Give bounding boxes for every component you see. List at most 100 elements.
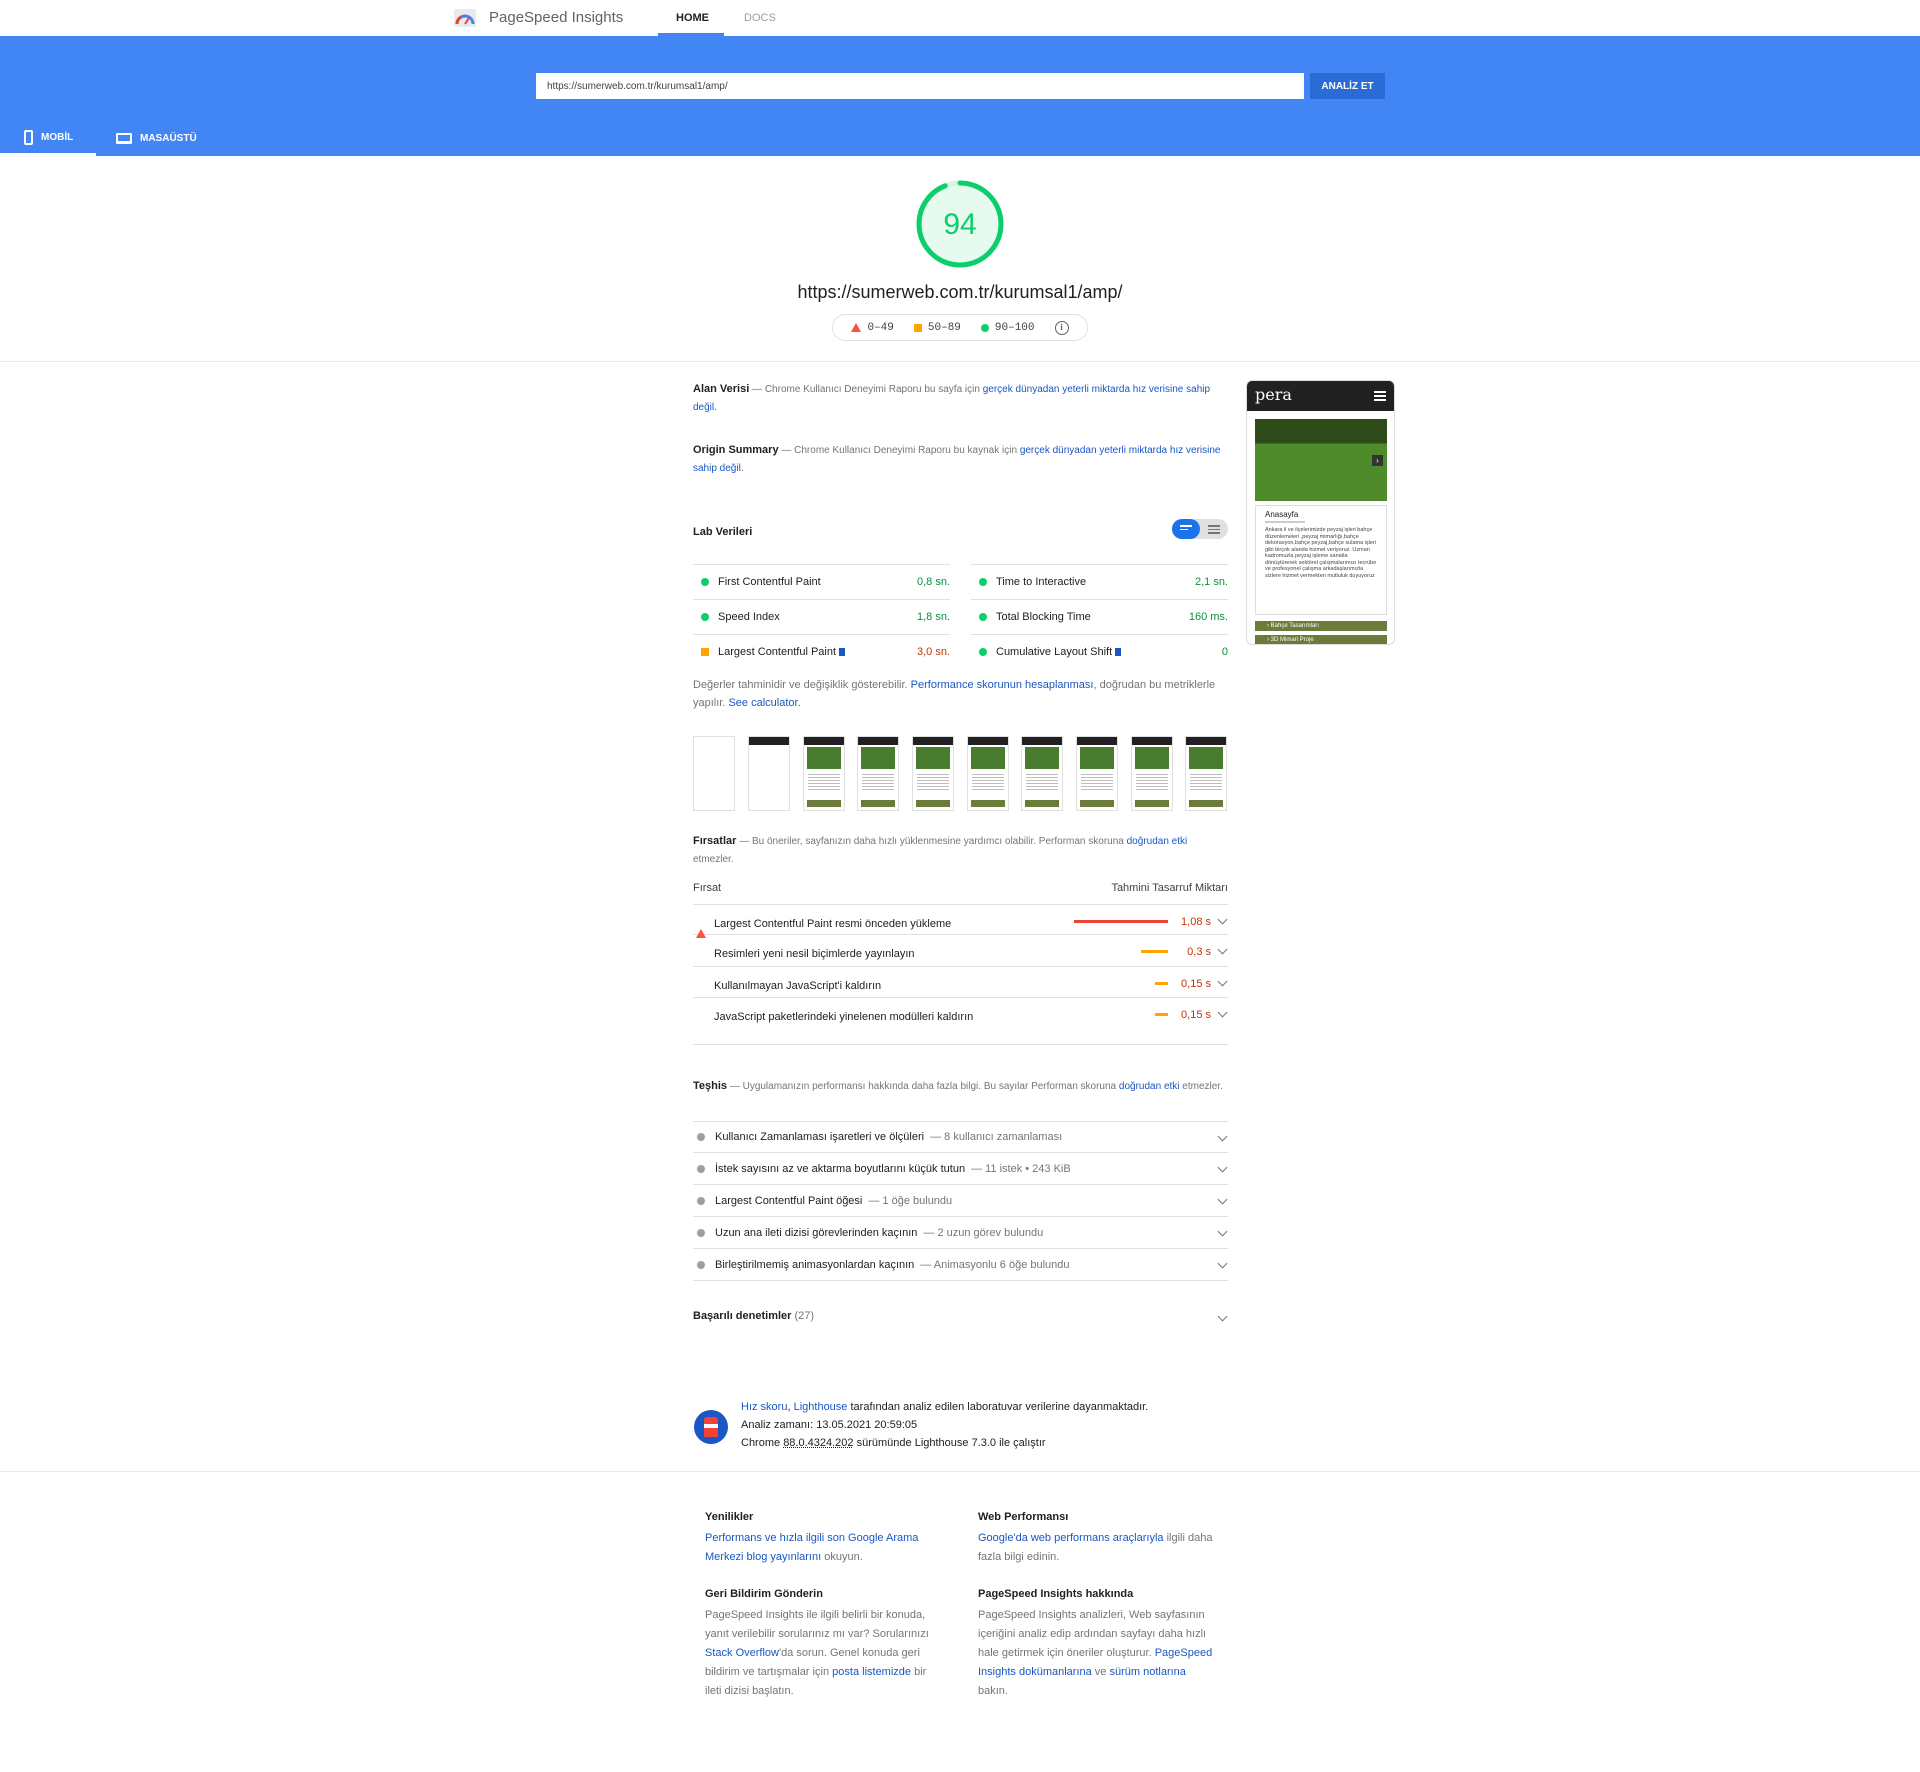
filmstrip-frame [748,736,790,811]
metric-value: 2,1 sn. [1194,576,1228,588]
chevron-down-icon[interactable] [1217,1194,1228,1205]
good-circle-icon [979,648,987,656]
opportunities-title: Fırsatlar [693,835,737,847]
metric-lcp: Largest Contentful Paint 3,0 sn. [693,634,950,669]
analyze-button[interactable]: ANALİZ ET [1310,73,1385,99]
opportunity-savings: 0,3 s [1187,946,1211,958]
lighthouse-icon [694,1410,728,1444]
tab-mobile[interactable]: MOBİL [0,121,96,156]
opportunity-row[interactable]: Resimleri yeni nesil biçimlerde yayınlay… [693,935,1228,967]
diagnostics-header: Teşhis — Uygulamanızın performansı hakkı… [693,1077,1228,1096]
opportunity-row[interactable]: Kullanılmayan JavaScript'i kaldırın 0,15… [693,967,1228,998]
opportunity-name: Largest Contentful Paint resmi önceden y… [714,918,952,930]
mailing-list-link[interactable]: posta listemizde [832,1666,911,1678]
preview-card-title: Anasayfa [1265,510,1299,519]
opportunity-row[interactable]: Largest Contentful Paint resmi önceden y… [693,904,1228,938]
chevron-down-icon[interactable] [1217,914,1228,925]
origin-summary-section: Origin Summary — Chrome Kullanıcı Deneyi… [693,441,1228,478]
opportunity-name: JavaScript paketlerindeki yinelenen modü… [714,1011,974,1023]
field-data-text: — Chrome Kullanıcı Deneyimi Raporu bu sa… [752,384,980,395]
release-notes-link[interactable]: sürüm notlarına [1109,1666,1185,1678]
lighthouse-link[interactable]: Lighthouse [794,1401,848,1413]
column-savings: Tahmini Tasarruf Miktarı [1111,882,1228,894]
good-circle-icon [701,613,709,621]
diagnostic-row[interactable]: İstek sayısını az ve aktarma boyutlarını… [693,1153,1228,1185]
chevron-down-icon[interactable] [1217,1162,1228,1173]
diagnostic-name: Largest Contentful Paint öğesi [715,1194,863,1207]
filmstrip-frame [912,736,954,811]
preview-card: Anasayfa Ankara il ve ilçelerimizde peyz… [1255,505,1387,615]
chevron-down-icon[interactable] [1217,1258,1228,1269]
score-calculation-link[interactable]: Performance skorunun hesaplanması [911,679,1094,691]
filmstrip-frame [1185,736,1227,811]
tab-docs[interactable]: DOCS [744,12,776,24]
footer-webperf: Web Performansı Google'da web performans… [978,1508,1218,1567]
diagnostic-row[interactable]: Uzun ana ileti dizisi görevlerinden kaçı… [693,1217,1228,1249]
diagnostic-detail: — 11 istek • 243 KiB [971,1162,1071,1175]
performance-score: 94 [943,208,977,241]
tab-desktop-label: MASAÜSTÜ [140,133,197,144]
diagnostic-row[interactable]: Birleştirilmemiş animasyonlardan kaçının… [693,1249,1228,1281]
filmstrip-frame [1021,736,1063,811]
legend-average-label: 50–89 [927,321,961,334]
metrics-view-toggle[interactable] [1172,519,1228,539]
metric-name: Time to Interactive [996,576,1087,588]
footer-about-text3: bakın. [978,1685,1008,1697]
average-square-icon [913,323,922,332]
footer-feedback-title: Geri Bildirim Gönderin [705,1588,823,1600]
filmstrip-frame [803,736,845,811]
field-data-section: Alan Verisi — Chrome Kullanıcı Deneyimi … [693,380,1228,417]
chevron-down-icon[interactable] [1217,944,1228,955]
legend-good: 90–100 [980,322,1035,334]
footer-news-link[interactable]: Performans ve hızla ilgili son Google Ar… [705,1532,918,1563]
filmstrip-frame [1131,736,1173,811]
speed-score-link[interactable]: Hız skoru [741,1401,787,1413]
footer-news-text: okuyun. [824,1551,863,1563]
lighthouse-version-text: sürümünde Lighthouse 7.3.0 ile çalıştır [856,1437,1046,1449]
diagnostic-row[interactable]: Kullanıcı Zamanlaması işaretleri ve ölçü… [693,1121,1228,1153]
diagnostics-direct-link[interactable]: doğrudan etki [1119,1081,1180,1092]
footer-feedback-text: PageSpeed Insights ile ilgili belirli bi… [705,1609,929,1640]
savings-bar [1141,950,1168,953]
average-square-icon [701,648,709,656]
chevron-down-icon[interactable] [1217,1131,1228,1142]
chrome-label: Chrome [741,1437,781,1449]
toggle-compact[interactable] [1172,519,1200,539]
toggle-expanded-icon[interactable] [1208,525,1220,536]
diagnostic-row[interactable]: Largest Contentful Paint öğesi — 1 öğe b… [693,1185,1228,1217]
filmstrip [693,736,1228,812]
tab-home[interactable]: HOME [676,12,709,24]
analysis-time: Analiz zamanı: 13.05.2021 20:59:05 [741,1419,918,1431]
chevron-down-icon[interactable] [1217,1311,1228,1322]
calculator-link[interactable]: See calculator. [728,697,800,709]
opportunity-row[interactable]: JavaScript paketlerindeki yinelenen modü… [693,998,1228,1045]
preview-bar-1: › Bahçe Tasarımları [1255,621,1387,631]
bookmark-icon [1115,648,1122,656]
diagnostics-text: — Uygulamanızın performansı hakkında dah… [729,1081,1117,1092]
pagespeed-logo-icon[interactable] [454,9,476,27]
footer-webperf-link[interactable]: Google'da web performans araçlarıyla [978,1532,1164,1544]
good-circle-icon [701,578,709,586]
metric-value: 160 ms. [1188,611,1228,623]
opportunities-direct-link[interactable]: doğrudan etki [1127,836,1188,847]
metric-name: Speed Index [718,611,780,623]
tab-desktop[interactable]: MASAÜSTÜ [116,121,197,156]
column-opportunity: Fırsat [693,882,722,894]
preview-header: pera [1247,381,1394,411]
opportunities-columns: Fırsat Tahmini Tasarruf Miktarı [693,882,1228,902]
url-input[interactable] [536,73,1304,99]
metric-tbt: Total Blocking Time 160 ms. [971,599,1228,634]
info-icon[interactable]: i [1054,320,1069,335]
passed-audits-row[interactable]: Başarılı denetimler (27) [693,1310,1228,1332]
chrome-version: 88.0.4324.202 [783,1437,854,1449]
brand-name[interactable]: PageSpeed Insights [489,9,623,26]
lab-note-text: Değerler tahminidir ve değişiklik göster… [693,679,908,691]
chevron-down-icon[interactable] [1217,976,1228,987]
chevron-down-icon[interactable] [1217,1226,1228,1237]
chevron-down-icon[interactable] [1217,1007,1228,1018]
stack-overflow-link[interactable]: Stack Overflow [705,1647,779,1659]
diagnostics-text-end: etmezler. [1182,1081,1223,1092]
footer-about-title: PageSpeed Insights hakkında [978,1588,1134,1600]
score-legend: 0–49 50–89 90–100 i [832,314,1088,341]
footer-about-text2: ve [1094,1666,1107,1678]
